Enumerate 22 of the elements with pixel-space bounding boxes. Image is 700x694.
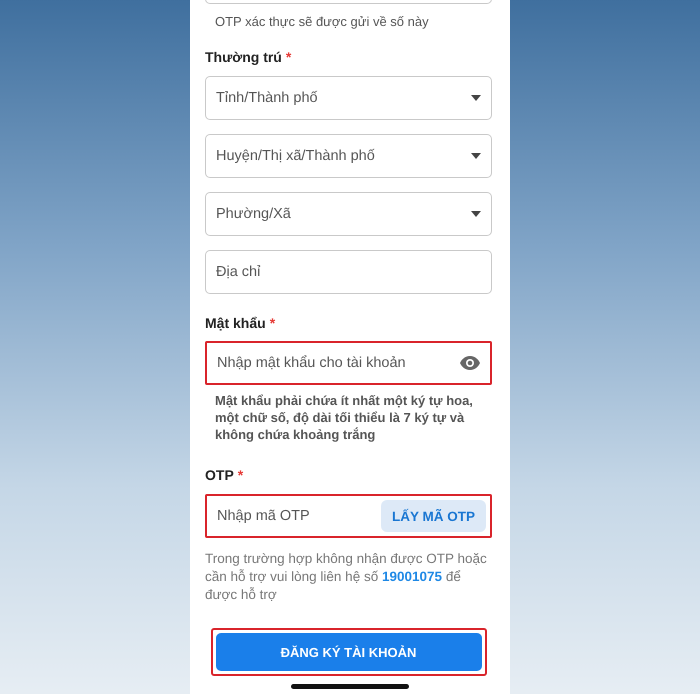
phone-link[interactable]: 19001075: [382, 569, 442, 584]
register-button[interactable]: ĐĂNG KÝ TÀI KHOẢN: [216, 633, 482, 671]
dropdown-caret-icon: [471, 211, 481, 217]
field-label: OTP: [205, 467, 234, 483]
dropdown-caret-icon: [471, 95, 481, 101]
required-mark: *: [270, 315, 276, 331]
password-field[interactable]: Nhập mật khẩu cho tài khoản: [205, 341, 492, 385]
eye-icon[interactable]: [460, 356, 480, 370]
required-mark: *: [286, 49, 292, 65]
get-otp-button[interactable]: LẤY MÃ OTP: [380, 500, 486, 532]
required-mark: *: [238, 467, 244, 483]
password-hint: Mật khẩu phải chứa ít nhất một ký tự hoa, một chữ số, độ dài tối thiểu là 7 ký tự và không chứa khoảng trắng: [215, 392, 474, 443]
support-text: Trong trường hợp không nhận được OTP hoặc cần hỗ trợ vui lòng liên hệ số 19001075 để được hỗ trợ: [205, 550, 488, 604]
input-field[interactable]: Địa chỉ: [205, 250, 492, 294]
dropdown-field[interactable]: Phường/Xã: [205, 192, 492, 236]
dropdown-caret-icon: [471, 153, 481, 159]
dropdown-field[interactable]: Huyện/Thị xã/Thành phố: [205, 134, 492, 178]
otp-field[interactable]: Nhập mã OTP LẤY MÃ OTP: [205, 494, 492, 538]
dropdown-field[interactable]: Tỉnh/Thành phố: [205, 76, 492, 120]
field-hint: OTP xác thực sẽ được gửi về số này: [215, 14, 430, 29]
field-label: Thường trú: [205, 49, 282, 65]
field-label: Mật khẩu: [205, 315, 266, 331]
